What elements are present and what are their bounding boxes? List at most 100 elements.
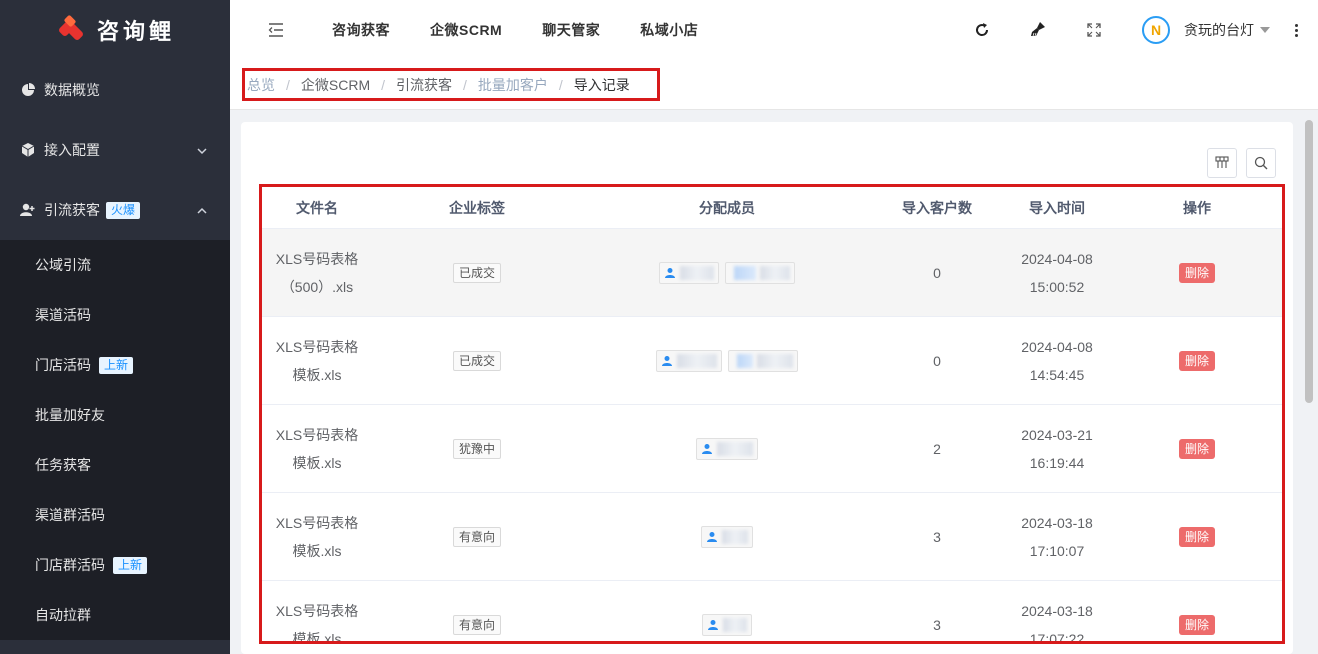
person-icon (708, 619, 718, 630)
enterprise-tag: 已成交 (452, 262, 501, 283)
file-name-cell: XLS号码表格 模板.xls (275, 338, 359, 383)
user-name[interactable]: 贪玩的台灯 (1184, 20, 1254, 40)
members-cell (582, 261, 872, 284)
delete-button[interactable]: 删除 (1178, 438, 1215, 459)
delete-button[interactable]: 删除 (1178, 350, 1215, 371)
actions-cell: 删除 (1112, 526, 1282, 547)
sidebar-item-data-overview[interactable]: 数据概览 (0, 60, 230, 120)
enterprise-tag: 有意向 (452, 614, 501, 635)
actions-cell: 删除 (1112, 262, 1282, 283)
table-row: XLS号码表格 模板.xls 有意向 3 2024-03-18 17:07:22 删… (262, 581, 1282, 644)
lead-gen-submenu: 公域引流 渠道活码 门店活码 上新 批量加好友 任务获客 渠道群活码 门店群活码上… (0, 240, 230, 640)
hot-badge: 火爆 (106, 201, 141, 219)
top-nav: 咨询获客 企微SCRM 聊天管家 私域小店 (312, 20, 718, 40)
delete-button[interactable]: 删除 (1178, 614, 1215, 635)
tag-cell: 有意向 (372, 526, 582, 547)
table-row: XLS号码表格 模板.xls 有意向 3 2024-03-18 17:10:07 删… (262, 493, 1282, 581)
breadcrumb-lead-gen[interactable]: 引流获客 (396, 75, 452, 95)
tag-cell: 犹豫中 (372, 438, 582, 459)
members-cell (582, 525, 872, 548)
table-row: XLS号码表格 模板.xls 犹豫中 2 2024-03-21 16:19:44 删… (262, 405, 1282, 493)
more-vertical-icon[interactable] (1294, 23, 1298, 37)
sidebar-item-label: 批量加好友 (35, 407, 105, 423)
new-badge: 上新 (99, 356, 134, 374)
breadcrumb-separator: / (286, 76, 290, 93)
fullscreen-icon[interactable] (1084, 20, 1104, 40)
column-settings-button[interactable] (1207, 148, 1237, 178)
breadcrumb-separator: / (381, 76, 386, 93)
person-icon (702, 443, 712, 454)
table-header: 文件名 企业标签 分配成员 导入客户数 导入时间 操作 (262, 187, 1282, 229)
file-name-cell: XLS号码表格 （500）.xls (275, 250, 359, 295)
nav-consult-acquisition[interactable]: 咨询获客 (312, 20, 410, 40)
import-count: 0 (933, 352, 941, 369)
column-header: 企业标签 (449, 199, 505, 216)
file-name-cell: XLS号码表格 模板.xls (275, 602, 359, 644)
table-row: XLS号码表格 （500）.xls 已成交 0 2024-04-08 15:00:5… (262, 229, 1282, 317)
breadcrumb-wecom-scrm[interactable]: 企微SCRM (301, 75, 370, 95)
sidebar-item-label: 渠道活码 (35, 307, 91, 323)
import-count: 3 (933, 616, 941, 633)
sidebar-item-access-config[interactable]: 接入配置 (0, 120, 230, 180)
delete-button[interactable]: 删除 (1178, 262, 1215, 283)
sidebar-item-auto-group[interactable]: 自动拉群 (0, 590, 230, 640)
breadcrumb-batch-add-customers[interactable]: 批量加客户 (478, 75, 548, 95)
nav-chat-manager[interactable]: 聊天管家 (522, 20, 620, 40)
sidebar-item-label: 任务获客 (35, 457, 91, 473)
person-icon (665, 267, 675, 278)
import-time-cell: 2024-03-21 16:19:44 (1021, 426, 1093, 471)
member-chip (696, 437, 758, 460)
import-time-cell: 2024-03-18 17:07:22 (1021, 602, 1093, 644)
person-icon (662, 355, 672, 366)
breadcrumb-bar: 总览 / 企微SCRM / 引流获客 / 批量加客户 / 导入记录 (230, 60, 1318, 110)
enterprise-tag: 有意向 (452, 526, 501, 547)
file-name-cell: XLS号码表格 模板.xls (275, 426, 359, 471)
sidebar-item-label: 公域引流 (35, 257, 91, 273)
column-header: 操作 (1183, 199, 1211, 216)
columns-icon (1215, 156, 1229, 168)
breadcrumb-overview[interactable]: 总览 (247, 75, 275, 95)
import-count: 3 (933, 528, 941, 545)
refresh-icon[interactable] (972, 20, 992, 40)
scrollbar-thumb[interactable] (1305, 120, 1313, 403)
sidebar-item-batch-add-friends[interactable]: 批量加好友 (0, 390, 230, 440)
sidebar-item-label: 自动拉群 (35, 607, 91, 623)
nav-private-shop[interactable]: 私域小店 (620, 20, 718, 40)
page-scrollbar[interactable] (1300, 110, 1318, 654)
column-header: 导入时间 (1029, 199, 1085, 216)
pie-chart-icon (20, 82, 36, 98)
avatar[interactable]: N (1142, 16, 1170, 44)
import-count: 2 (933, 440, 941, 457)
import-count: 0 (933, 264, 941, 281)
sidebar-item-label: 引流获客 (44, 202, 100, 218)
search-toggle-button[interactable] (1246, 148, 1276, 178)
person-icon (707, 531, 717, 542)
member-chip (702, 613, 752, 636)
caret-down-icon[interactable] (1260, 27, 1270, 33)
member-chip (701, 525, 753, 548)
tag-cell: 已成交 (372, 262, 582, 283)
enterprise-tag: 已成交 (452, 350, 501, 371)
table-row: XLS号码表格 模板.xls 已成交 0 2024-04-08 14:54:45 删… (262, 317, 1282, 405)
sidebar-item-channel-code[interactable]: 渠道活码 (0, 290, 230, 340)
sidebar-item-lead-gen[interactable]: 引流获客 火爆 (0, 180, 230, 240)
members-cell (582, 437, 872, 460)
sidebar-item-store-code[interactable]: 门店活码 上新 (0, 340, 230, 390)
collapse-sidebar-icon[interactable] (266, 20, 286, 40)
member-chip (725, 261, 795, 284)
tag-cell: 有意向 (372, 614, 582, 635)
member-chip (728, 349, 798, 372)
breadcrumb-import-records: 导入记录 (573, 76, 630, 93)
clean-brush-icon[interactable] (1028, 20, 1048, 40)
sidebar-item-task-acquisition[interactable]: 任务获客 (0, 440, 230, 490)
sidebar-item-store-group-code[interactable]: 门店群活码 上新 (0, 540, 230, 590)
sidebar-item-public-traffic[interactable]: 公域引流 (0, 240, 230, 290)
nav-wecom-scrm[interactable]: 企微SCRM (410, 20, 522, 40)
top-header: 咨询获客 企微SCRM 聊天管家 私域小店 N 贪玩的台灯 (230, 0, 1318, 60)
actions-cell: 删除 (1112, 614, 1282, 635)
breadcrumb-separator: / (463, 76, 467, 93)
sidebar-item-label: 接入配置 (44, 142, 100, 158)
delete-button[interactable]: 删除 (1178, 526, 1215, 547)
app-logo[interactable]: 咨询鲤 (0, 0, 230, 60)
sidebar-item-channel-group-code[interactable]: 渠道群活码 (0, 490, 230, 540)
